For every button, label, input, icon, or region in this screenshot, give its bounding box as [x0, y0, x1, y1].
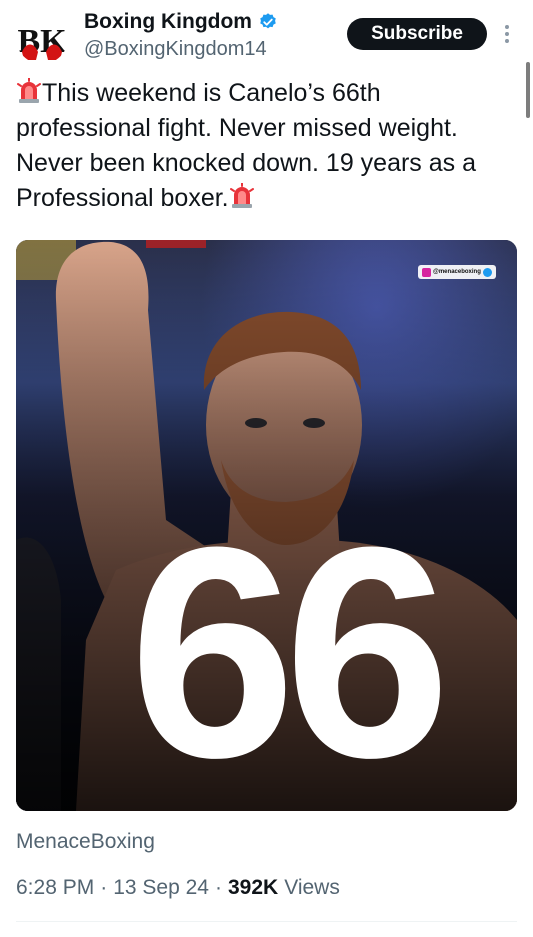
- tweet-media-image[interactable]: @menaceboxing 66: [16, 240, 517, 811]
- verified-badge-icon: [258, 12, 278, 32]
- separator: ·: [214, 876, 222, 899]
- tweet-meta: 6:28 PM · 13 Sep 24 · 392K Views: [16, 876, 340, 900]
- overlay-number: 66: [129, 484, 451, 811]
- avatar[interactable]: BK: [16, 12, 68, 64]
- police-light-icon: [229, 183, 255, 209]
- police-light-icon: [16, 78, 42, 104]
- watermark: @menaceboxing: [418, 265, 496, 279]
- views-count: 392K: [227, 876, 279, 899]
- scrollbar[interactable]: [526, 62, 530, 118]
- more-options-icon[interactable]: [500, 22, 514, 46]
- separator: ·: [100, 876, 108, 899]
- tweet-header: BK Boxing Kingdom @BoxingKingdom14 Subsc…: [0, 0, 533, 70]
- watermark-text: @menaceboxing: [433, 269, 481, 275]
- boxing-kingdom-logo: BK: [16, 12, 68, 64]
- instagram-icon: [422, 267, 431, 277]
- media-source-link[interactable]: MenaceBoxing: [16, 830, 155, 854]
- divider: [16, 921, 517, 922]
- tweet-date[interactable]: 13 Sep 24: [113, 876, 209, 900]
- display-name[interactable]: Boxing Kingdom: [84, 10, 252, 34]
- views-label: Views: [284, 876, 340, 899]
- handle[interactable]: @BoxingKingdom14: [84, 38, 267, 61]
- subscribe-button[interactable]: Subscribe: [347, 18, 487, 50]
- tweet-time[interactable]: 6:28 PM: [16, 876, 94, 900]
- name-row: Boxing Kingdom: [84, 10, 278, 34]
- tweet-text: This weekend is Canelo’s 66th profession…: [16, 76, 521, 216]
- twitter-icon: [482, 267, 492, 277]
